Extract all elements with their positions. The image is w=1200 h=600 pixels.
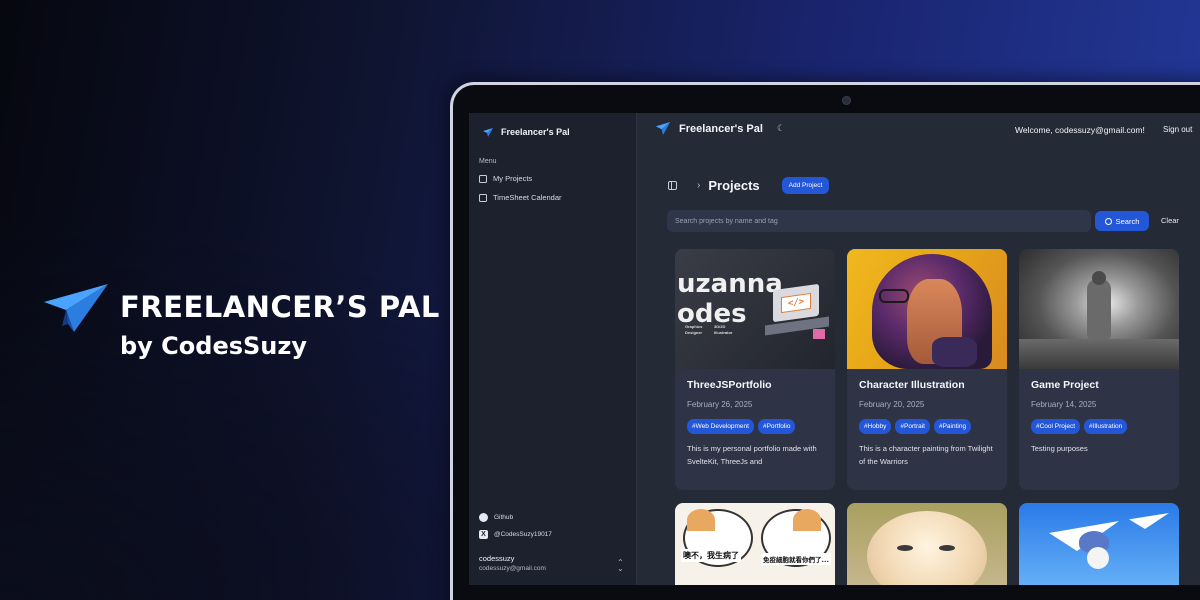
laptop-frame: Freelancer's Pal Menu My Projects TimeSh…: [450, 82, 1200, 600]
x-icon: X: [479, 530, 488, 539]
search-button[interactable]: Search: [1095, 211, 1149, 231]
user-name: codessuzy: [479, 554, 515, 563]
sidebar-brand[interactable]: Freelancer's Pal: [483, 127, 570, 137]
camera-icon: [842, 96, 851, 105]
search-input[interactable]: [667, 210, 1091, 232]
project-description: Testing purposes: [1031, 444, 1088, 453]
chevron-right-icon: ›: [697, 180, 701, 191]
moon-icon[interactable]: ☾: [777, 123, 785, 134]
paper-plane-icon: [483, 127, 493, 137]
sidebar-item-label: TimeSheet Calendar: [493, 193, 562, 202]
hero-title: FREELANCER’S PAL: [120, 290, 440, 324]
meme-caption-right: 免疫細胞就看你們了...: [761, 553, 831, 565]
breadcrumb: › Projects Add Project: [668, 177, 830, 194]
sign-out-button[interactable]: Sign out: [1163, 125, 1192, 134]
paper-plane-icon: [655, 122, 671, 135]
user-email: codessuzy@gmail.com: [479, 565, 546, 572]
thumbnail-text: Designer: [685, 330, 703, 335]
x-link-label: @CodesSuzy19017: [494, 531, 552, 538]
image-icon: [479, 174, 487, 183]
thumbnail-text: Graphics: [685, 324, 703, 329]
thumbnail-text: 3D/2D: [714, 324, 726, 329]
project-thumbnail: [1019, 249, 1179, 369]
project-card[interactable]: Character Illustration February 20, 2025…: [847, 249, 1007, 490]
project-date: February 26, 2025: [687, 400, 753, 409]
meme-caption-left: 噢不，我生病了: [681, 549, 741, 562]
calendar-icon: [479, 193, 487, 202]
hero-subtitle: by CodesSuzy: [120, 332, 308, 360]
github-link[interactable]: Github: [479, 513, 513, 522]
sidebar-toggle-icon[interactable]: [668, 181, 677, 190]
project-date: February 14, 2025: [1031, 400, 1097, 409]
search-button-label: Search: [1115, 216, 1140, 226]
project-title: ThreeJSPortfolio: [687, 379, 772, 391]
paper-plane-logo-icon: [44, 284, 108, 332]
search-icon: [1104, 217, 1112, 225]
project-thumbnail: [847, 249, 1007, 369]
project-tag[interactable]: #Portrait: [895, 419, 930, 434]
page-title: Projects: [708, 178, 760, 193]
project-tag[interactable]: #Web Development: [687, 419, 754, 434]
github-icon: [479, 513, 488, 522]
project-card[interactable]: [847, 503, 1007, 585]
user-menu[interactable]: codessuzy codessuzy@gmail.com: [479, 554, 546, 572]
menu-label: Menu: [479, 158, 497, 165]
sidebar: Freelancer's Pal Menu My Projects TimeSh…: [469, 113, 637, 585]
add-project-button[interactable]: Add Project: [781, 177, 830, 194]
x-link[interactable]: X @CodesSuzy19017: [479, 530, 552, 539]
laptop-illustration: </>: [773, 283, 819, 323]
project-tag[interactable]: #Painting: [933, 419, 972, 434]
main-content: Freelancer's Pal ☾ Welcome, codessuzy@gm…: [637, 113, 1200, 585]
sidebar-brand-label: Freelancer's Pal: [501, 127, 570, 137]
thumbnail-text: uzanna: [677, 269, 783, 299]
app-screen: Freelancer's Pal Menu My Projects TimeSh…: [469, 113, 1200, 585]
project-tag[interactable]: #Illustration: [1084, 419, 1128, 434]
thumbnail-text: Illustrator: [714, 330, 733, 335]
github-link-label: Github: [494, 514, 514, 521]
project-tag[interactable]: #Portfolio: [757, 419, 796, 434]
sidebar-item-label: My Projects: [493, 174, 533, 183]
project-date: February 20, 2025: [859, 400, 925, 409]
project-card[interactable]: [1019, 503, 1179, 585]
sidebar-item-timesheet-calendar[interactable]: TimeSheet Calendar: [479, 193, 562, 202]
project-card[interactable]: 噢不，我生病了 免疫細胞就看你們了...: [675, 503, 835, 585]
project-title: Character Illustration: [859, 379, 965, 391]
project-card[interactable]: Game Project February 14, 2025 #Cool Pro…: [1019, 249, 1179, 490]
project-tag[interactable]: #Cool Project: [1031, 419, 1081, 434]
topbar-brand[interactable]: Freelancer's Pal ☾: [655, 122, 785, 135]
project-title: Game Project: [1031, 379, 1099, 391]
project-card[interactable]: uzanna odes Graphics 3D/2D Designer Illu…: [675, 249, 835, 490]
welcome-text: Welcome, codessuzy@gmail.com!: [1015, 125, 1145, 135]
project-thumbnail: uzanna odes Graphics 3D/2D Designer Illu…: [675, 249, 835, 369]
project-description: This is a character painting from Twilig…: [859, 444, 993, 466]
sidebar-item-my-projects[interactable]: My Projects: [479, 174, 532, 183]
project-tag[interactable]: #Hobby: [859, 419, 892, 434]
clear-button[interactable]: Clear: [1161, 216, 1179, 225]
topbar-brand-label: Freelancer's Pal: [679, 122, 763, 135]
project-description: This is my personal portfolio made with …: [687, 444, 817, 466]
chevrons-up-down-icon[interactable]: ⌃ ⌄: [617, 559, 624, 573]
